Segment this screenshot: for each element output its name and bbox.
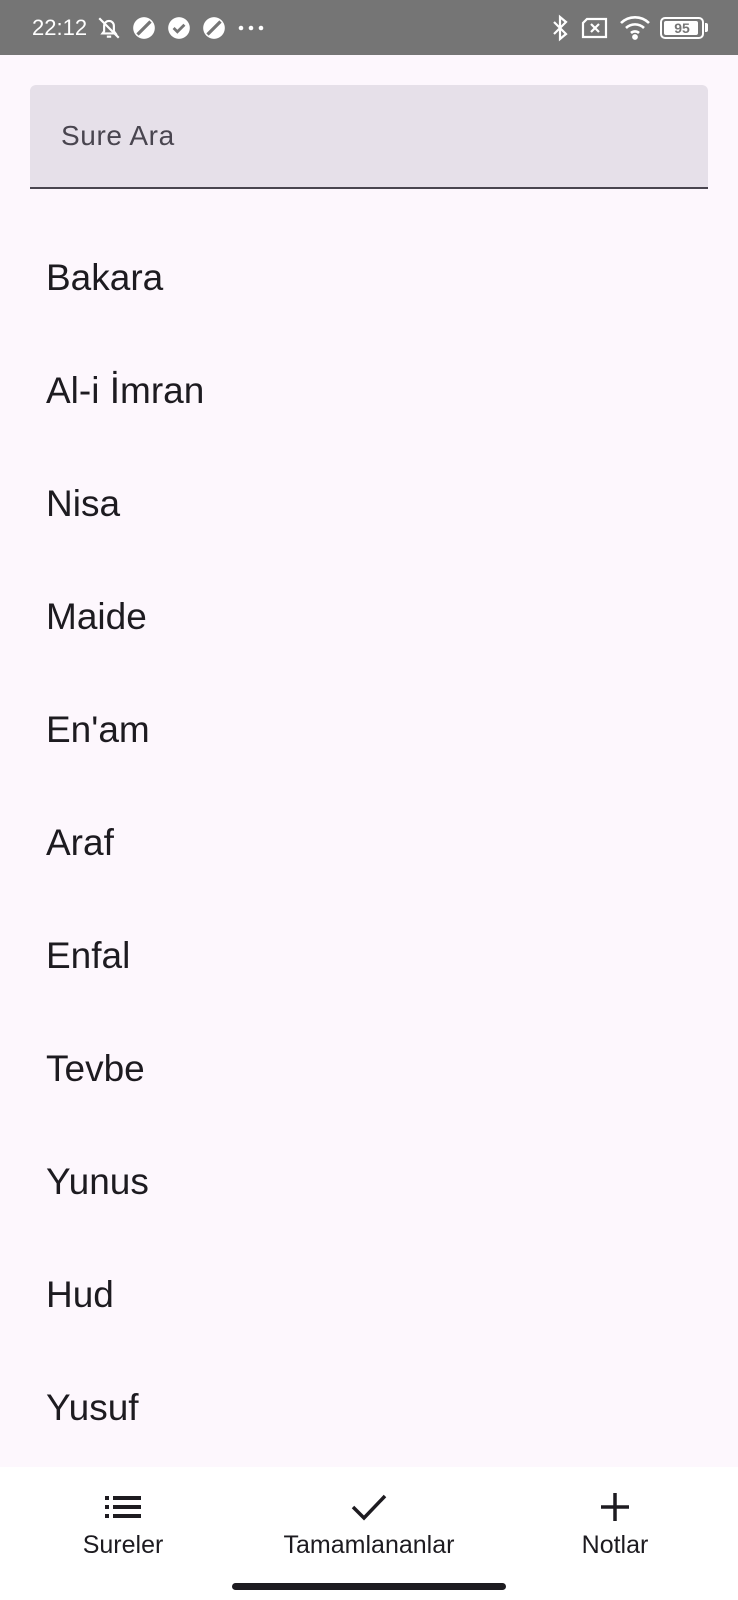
list-item-label: Bakara (46, 256, 164, 298)
battery-tip (705, 23, 708, 32)
battery-body: 95 (660, 16, 704, 39)
battery-label: 95 (674, 19, 690, 36)
sim-x-icon (580, 16, 610, 40)
list-item-label: Maide (46, 595, 147, 637)
list-item-label: En'am (46, 708, 150, 750)
list-item-label: Hud (46, 1273, 114, 1315)
list-icon (105, 1489, 141, 1525)
plus-icon (597, 1489, 633, 1525)
list-item-label: Al-i İmran (46, 369, 205, 411)
list-item[interactable]: Araf (0, 786, 738, 899)
list-item[interactable]: Yunus (0, 1125, 738, 1238)
list-item[interactable]: Maide (0, 560, 738, 673)
circle-slash-icon (131, 15, 157, 41)
wifi-icon (619, 15, 651, 41)
list-item-label: Nisa (46, 482, 121, 524)
more-dots-icon (236, 15, 266, 41)
bluetooth-icon (549, 14, 571, 42)
check-icon (351, 1489, 387, 1525)
list-item[interactable]: Hud (0, 1238, 738, 1351)
search-input[interactable] (61, 85, 708, 187)
list-item[interactable]: En'am (0, 673, 738, 786)
bottom-nav: Sureler Tamamlananlar Notlar (0, 1467, 738, 1600)
list-item[interactable]: Tevbe (0, 1012, 738, 1125)
search-field[interactable] (30, 85, 708, 189)
list-item[interactable]: Al-i İmran (0, 334, 738, 447)
status-bar: 22:12 95 (0, 0, 738, 55)
list-item[interactable]: Yusuf (0, 1351, 738, 1464)
list-item[interactable]: Nisa (0, 447, 738, 560)
list-item-label: Araf (46, 821, 114, 863)
sure-list: Bakara Al-i İmran Nisa Maide En'am Araf Enfal T… (0, 221, 738, 1467)
list-item-label: Yunus (46, 1160, 149, 1202)
list-item-label: Enfal (46, 934, 131, 976)
check-circle-icon (166, 15, 192, 41)
nav-label-notlar: Notlar (581, 1531, 649, 1559)
list-item[interactable]: Bakara (0, 221, 738, 334)
circle-slash-icon (201, 15, 227, 41)
status-time: 22:12 (32, 14, 88, 40)
nav-label-tamamlananlar: Tamamlananlar (283, 1531, 455, 1559)
list-item[interactable]: Enfal (0, 899, 738, 1012)
status-right: 95 (549, 14, 708, 42)
list-item-label: Yusuf (46, 1386, 139, 1428)
nav-item-sureler[interactable]: Sureler (0, 1467, 246, 1560)
status-left: 22:12 (32, 15, 266, 41)
home-indicator[interactable] (232, 1583, 506, 1590)
nav-item-tamamlananlar[interactable]: Tamamlananlar (246, 1467, 492, 1560)
list-item-label: Tevbe (46, 1047, 145, 1089)
nav-label-sureler: Sureler (82, 1531, 164, 1559)
battery-icon: 95 (660, 16, 708, 39)
bell-off-icon (96, 15, 122, 41)
nav-item-notlar[interactable]: Notlar (492, 1467, 738, 1560)
